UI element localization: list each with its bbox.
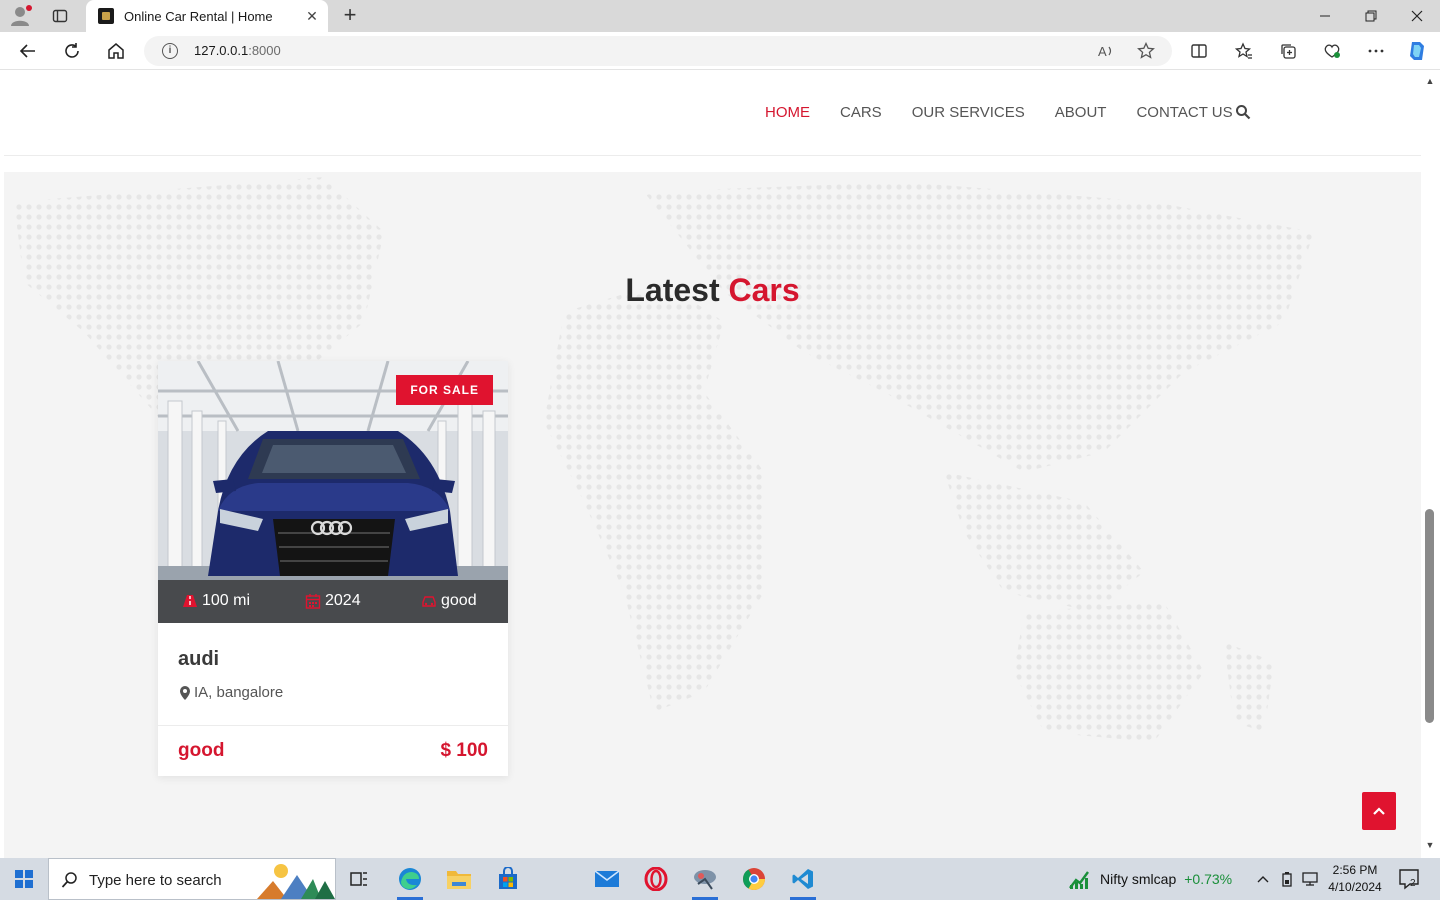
back-icon[interactable]: [16, 39, 40, 63]
car-location: IA, bangalore: [178, 684, 283, 701]
car-image[interactable]: FOR SALE 100 mi 2024 good: [158, 361, 508, 623]
calendar-icon: [305, 594, 321, 609]
file-explorer-icon[interactable]: [442, 862, 476, 896]
network-icon[interactable]: [1301, 870, 1319, 888]
search-icon[interactable]: [1235, 104, 1251, 120]
menu-home[interactable]: HOME: [765, 104, 810, 121]
section-title-main: Latest: [625, 272, 720, 308]
stock-widget[interactable]: Nifty smlcap +0.73%: [1068, 868, 1232, 890]
chevron-up-icon: [1373, 807, 1385, 815]
notification-center-icon[interactable]: 2: [1398, 868, 1420, 890]
search-icon: [61, 872, 77, 888]
restore-icon[interactable]: [1348, 0, 1394, 32]
menu-contact-us[interactable]: CONTACT US: [1136, 104, 1232, 121]
clock-time: 2:56 PM: [1332, 863, 1378, 877]
menu-cars[interactable]: CARS: [840, 104, 882, 121]
notification-count: 2: [1410, 878, 1416, 889]
split-screen-icon[interactable]: [1187, 39, 1211, 63]
search-highlight-illustration: [257, 864, 335, 899]
car-year: 2024: [305, 592, 361, 610]
car-meta-bar: 100 mi 2024 good: [158, 580, 508, 623]
vscode-icon[interactable]: [786, 862, 820, 900]
task-view-icon[interactable]: [342, 862, 376, 896]
stock-name: Nifty smlcap: [1100, 871, 1177, 887]
microsoft-store-icon[interactable]: [491, 862, 525, 896]
car-card[interactable]: FOR SALE 100 mi 2024 good audi IA, banga…: [158, 361, 508, 776]
main-menu: HOME CARS OUR SERVICES ABOUT CONTACT US: [765, 104, 1263, 121]
road-icon: [183, 595, 197, 607]
car-name[interactable]: audi: [178, 648, 219, 671]
latest-cars-section: Latest Cars FOR SALE 100 mi 2024 good au…: [4, 172, 1421, 858]
car-icon: [422, 596, 436, 607]
system-clock[interactable]: 2:56 PM 4/10/2024: [1322, 862, 1388, 896]
tab-actions-icon[interactable]: [46, 4, 74, 28]
favorite-star-icon[interactable]: [1136, 41, 1156, 61]
card-divider: [158, 725, 508, 726]
car-mileage-value: 100 mi: [202, 592, 251, 609]
site-info-icon[interactable]: i: [162, 43, 178, 59]
back-to-top-button[interactable]: [1362, 792, 1396, 830]
collections-icon[interactable]: [1276, 39, 1300, 63]
browser-tabstrip: Online Car Rental | Home ✕ +: [0, 0, 1440, 32]
menu-our-services[interactable]: OUR SERVICES: [912, 104, 1025, 121]
stock-change: +0.73%: [1184, 871, 1233, 887]
stock-chart-icon: [1069, 871, 1089, 889]
home-icon[interactable]: [104, 39, 128, 63]
close-window-icon[interactable]: [1394, 0, 1440, 32]
taskbar: Type here to search Nifty smlcap +0.73% …: [0, 858, 1440, 900]
browser-essentials-icon[interactable]: [1320, 39, 1344, 63]
section-title-accent: Cars: [728, 272, 800, 308]
svg-text:A: A: [1098, 44, 1107, 59]
site-favicon-icon: [98, 8, 114, 24]
opera-browser-icon[interactable]: [639, 862, 673, 896]
browser-tab[interactable]: Online Car Rental | Home ✕: [86, 0, 328, 32]
site-header: HOME CARS OUR SERVICES ABOUT CONTACT US: [4, 70, 1421, 156]
page-viewport: HOME CARS OUR SERVICES ABOUT CONTACT US: [0, 70, 1440, 858]
car-mileage: 100 mi: [182, 592, 250, 610]
edge-browser-icon[interactable]: [393, 862, 427, 900]
page-scrollbar[interactable]: ▲ ▼: [1421, 70, 1440, 858]
new-tab-icon[interactable]: +: [338, 4, 362, 28]
windows-start-icon[interactable]: [0, 858, 48, 900]
menu-about[interactable]: ABOUT: [1055, 104, 1107, 121]
close-tab-icon[interactable]: ✕: [304, 8, 320, 24]
car-price: $ 100: [440, 740, 488, 761]
scroll-up-arrow-icon[interactable]: ▲: [1425, 76, 1435, 86]
read-aloud-icon[interactable]: A: [1096, 41, 1116, 61]
clock-date: 4/10/2024: [1328, 880, 1382, 894]
car-condition-meta: good: [421, 592, 477, 610]
taskbar-search-placeholder: Type here to search: [89, 872, 222, 889]
profile-icon[interactable]: [8, 4, 34, 28]
section-title: Latest Cars: [4, 272, 1421, 309]
car-condition: good: [178, 740, 225, 761]
minimize-icon[interactable]: [1302, 0, 1348, 32]
chrome-browser-icon[interactable]: [737, 862, 771, 896]
address-url: 127.0.0.1:8000: [194, 43, 281, 58]
refresh-icon[interactable]: [60, 39, 84, 63]
browser-toolbar: i 127.0.0.1:8000 A: [0, 32, 1440, 70]
car-condition-meta-value: good: [441, 592, 477, 609]
chevron-up-icon[interactable]: [1254, 870, 1272, 888]
scroll-down-arrow-icon[interactable]: ▼: [1425, 840, 1435, 850]
battery-icon[interactable]: [1278, 870, 1296, 888]
scrollbar-thumb[interactable]: [1425, 509, 1434, 723]
mail-icon[interactable]: [590, 862, 624, 896]
for-sale-badge: FOR SALE: [396, 375, 493, 405]
more-menu-icon[interactable]: [1364, 39, 1388, 63]
tab-title: Online Car Rental | Home: [124, 9, 273, 24]
address-bar[interactable]: i 127.0.0.1:8000 A: [144, 36, 1172, 66]
map-marker-icon: [180, 685, 190, 700]
favorites-icon[interactable]: [1232, 39, 1256, 63]
car-location-text: IA, bangalore: [194, 684, 284, 701]
snipping-tool-icon[interactable]: [688, 862, 722, 900]
taskbar-search[interactable]: Type here to search: [48, 858, 336, 900]
car-year-value: 2024: [325, 592, 361, 609]
copilot-icon[interactable]: [1405, 39, 1429, 63]
